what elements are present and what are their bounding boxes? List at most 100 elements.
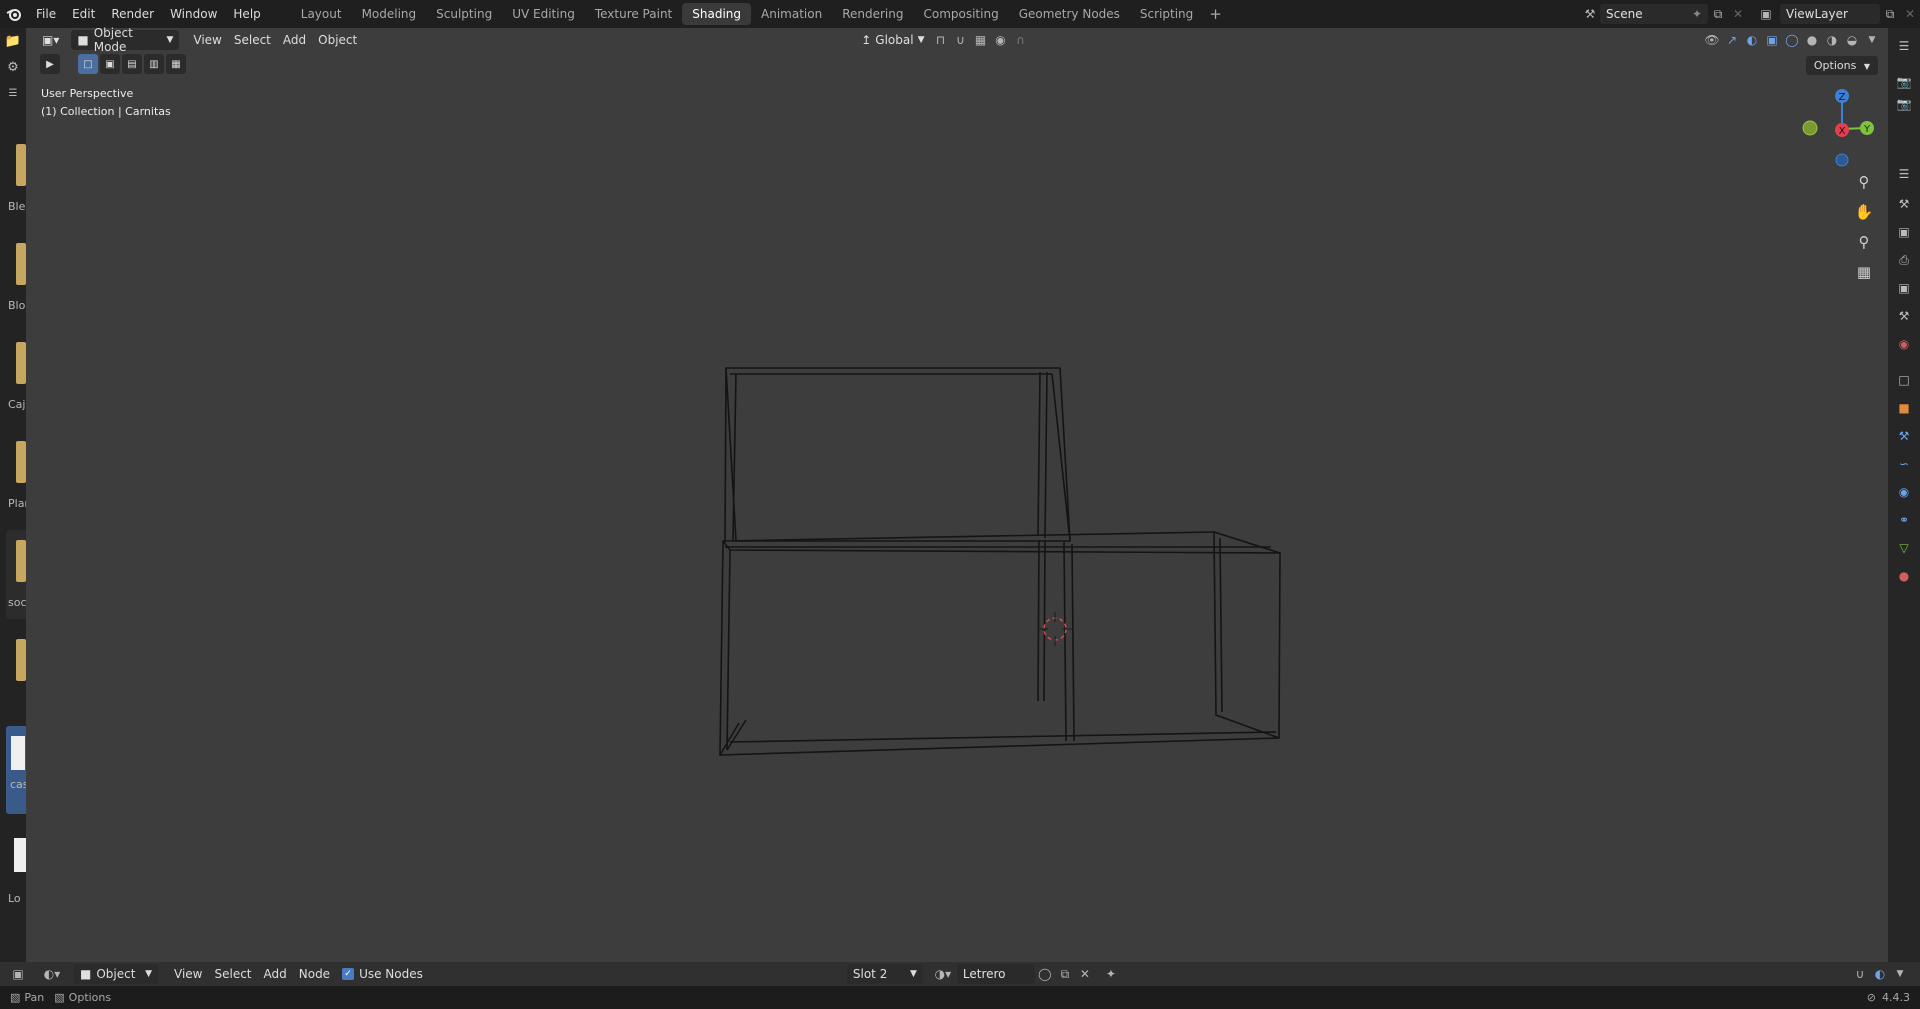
render-icon[interactable]: 📷 — [1896, 74, 1912, 90]
settings-gear-icon[interactable]: ⚙ — [0, 54, 26, 80]
pan-hand-icon[interactable]: ✋ — [1852, 200, 1876, 224]
menu-window[interactable]: Window — [162, 0, 225, 28]
menu-edit[interactable]: Edit — [64, 0, 103, 28]
slot-selector[interactable]: Slot 2 ▼ — [846, 964, 923, 984]
scene-properties-icon[interactable]: ⚒ — [1896, 308, 1912, 324]
select-box-intersect-icon[interactable]: ▦ — [166, 54, 186, 74]
tab-sculpting[interactable]: Sculpting — [426, 3, 502, 25]
shading-options-icon[interactable]: ▼ — [1862, 30, 1882, 50]
node-menu-view[interactable]: View — [168, 964, 208, 984]
editor-type-button[interactable]: ▣▾ — [36, 30, 65, 50]
menu-select[interactable]: Select — [228, 30, 277, 50]
duplicate-material-icon[interactable]: ⧉ — [1055, 964, 1075, 984]
physics-icon[interactable]: ◉ — [1896, 484, 1912, 500]
asset-item[interactable]: Caja — [6, 342, 30, 411]
select-box-subtract-icon[interactable]: ▤ — [122, 54, 142, 74]
modifier-wrench-icon[interactable]: ⚒ — [1896, 428, 1912, 444]
falloff-icon[interactable]: ∩ — [1010, 30, 1030, 50]
3d-viewport[interactable] — [26, 52, 1888, 962]
asset-item[interactable]: Bloc — [6, 243, 30, 312]
menu-view[interactable]: View — [187, 30, 227, 50]
proportional-edit-icon[interactable]: ◉ — [990, 30, 1010, 50]
delete-scene-icon[interactable]: ✕ — [1728, 4, 1748, 24]
world-icon[interactable]: ◉ — [1896, 336, 1912, 352]
node-menu-node[interactable]: Node — [293, 964, 336, 984]
view-layer-properties-icon[interactable]: ▣ — [1896, 280, 1912, 296]
particles-icon[interactable]: ∽ — [1896, 456, 1912, 472]
unlink-material-icon[interactable]: ✕ — [1075, 964, 1095, 984]
pin-icon[interactable]: ✦ — [1692, 7, 1702, 21]
menu-help[interactable]: Help — [225, 0, 268, 28]
editor-type-icon[interactable]: ▣ — [8, 964, 28, 984]
tool-settings-icon[interactable]: ☰ — [0, 80, 26, 106]
gizmo-neg-z-axis[interactable] — [1835, 153, 1849, 167]
shader-object-selector[interactable]: ■ Object ▼ — [74, 964, 158, 984]
output-icon[interactable]: ⎙ — [1896, 252, 1912, 268]
solid-shading-icon[interactable]: ● — [1802, 30, 1822, 50]
sidebar-toggle-icon[interactable]: ☰ — [1896, 166, 1912, 182]
add-workspace-button[interactable]: + — [1203, 5, 1228, 23]
viewport-options-button[interactable]: Options ▼ — [1805, 56, 1878, 75]
tab-compositing[interactable]: Compositing — [913, 3, 1008, 25]
tool-icon[interactable]: ⚒ — [1896, 196, 1912, 212]
overlays-icon[interactable]: ◐ — [1742, 30, 1762, 50]
tab-scripting[interactable]: Scripting — [1130, 3, 1203, 25]
wireframe-model[interactable] — [26, 52, 1888, 962]
tab-layout[interactable]: Layout — [291, 3, 352, 25]
scene-selector[interactable]: Scene ✦ — [1600, 4, 1708, 24]
checkbox-checked-icon[interactable]: ✓ — [342, 968, 355, 980]
asset-item[interactable]: soci — [6, 530, 30, 619]
gizmo-toggle-icon[interactable]: ↗ — [1722, 30, 1742, 50]
node-menu-select[interactable]: Select — [208, 964, 257, 984]
mesh-data-icon[interactable]: ▽ — [1896, 540, 1912, 556]
select-box-invert-icon[interactable]: ▥ — [144, 54, 164, 74]
menu-add[interactable]: Add — [277, 30, 312, 50]
object-icon[interactable]: ■ — [1896, 400, 1912, 416]
menu-render[interactable]: Render — [103, 0, 162, 28]
constraints-icon[interactable]: ⚭ — [1896, 512, 1912, 528]
node-menu-add[interactable]: Add — [258, 964, 293, 984]
view-layer-selector[interactable]: ViewLayer — [1780, 4, 1880, 24]
xray-icon[interactable]: ▣ — [1762, 30, 1782, 50]
wireframe-shading-icon[interactable]: ◯ — [1782, 30, 1802, 50]
navigation-gizmo[interactable]: Z Y X — [1790, 86, 1880, 176]
snap-magnet-icon[interactable]: ∪ — [1850, 964, 1870, 984]
asset-item[interactable]: Lo — [6, 838, 28, 905]
snap-icon[interactable]: ∪ — [950, 30, 970, 50]
tab-modeling[interactable]: Modeling — [352, 3, 427, 25]
tab-uv-editing[interactable]: UV Editing — [502, 3, 585, 25]
select-box-extend-icon[interactable]: ▣ — [100, 54, 120, 74]
view-layer-icon[interactable]: ▣ — [1756, 4, 1776, 24]
material-browse-icon[interactable]: ◑▾ — [933, 964, 953, 984]
blender-logo-icon[interactable] — [0, 0, 28, 28]
asset-item-selected[interactable]: cas — [6, 726, 29, 814]
outliner-icon[interactable]: ☰ — [1896, 38, 1912, 54]
scene-icon[interactable]: ⚒ — [1580, 4, 1600, 24]
camera-view-icon[interactable]: ⚲ — [1852, 230, 1876, 254]
collection-icon[interactable]: □ — [1896, 372, 1912, 388]
camera-icon[interactable]: 📷 — [1896, 96, 1912, 112]
zoom-icon[interactable]: ⚲ — [1852, 170, 1876, 194]
use-nodes-toggle[interactable]: ✓ Use Nodes — [336, 964, 429, 984]
pivot-point-icon[interactable]: ⊓ — [930, 30, 950, 50]
overlay-toggle-icon[interactable]: ◐ — [1870, 964, 1890, 984]
asset-item[interactable]: Blen — [6, 144, 30, 213]
perspective-toggle-icon[interactable]: ▦ — [1852, 260, 1876, 284]
material-shading-icon[interactable]: ◑ — [1822, 30, 1842, 50]
asset-item[interactable]: Plan — [6, 441, 30, 510]
tab-animation[interactable]: Animation — [751, 3, 832, 25]
gizmo-neg-y-axis[interactable] — [1802, 120, 1818, 136]
new-view-layer-icon[interactable]: ⧉ — [1880, 4, 1900, 24]
shader-type-icon[interactable]: ◐▾ — [42, 964, 62, 984]
file-browser-icon[interactable]: 📁 — [0, 28, 26, 54]
tab-geometry-nodes[interactable]: Geometry Nodes — [1009, 3, 1130, 25]
select-tool-icon[interactable]: ▶ — [40, 54, 60, 74]
select-box-new-icon[interactable]: □ — [78, 54, 98, 74]
transform-orientation-selector[interactable]: ↥ Global ▼ — [855, 30, 930, 50]
visibility-icon[interactable]: 👁 — [1702, 30, 1722, 50]
mode-selector[interactable]: ■ Object Mode ▼ — [71, 26, 180, 54]
tab-shading[interactable]: Shading — [682, 3, 751, 25]
menu-object[interactable]: Object — [312, 30, 363, 50]
menu-file[interactable]: File — [28, 0, 64, 28]
rendered-shading-icon[interactable]: ◒ — [1842, 30, 1862, 50]
